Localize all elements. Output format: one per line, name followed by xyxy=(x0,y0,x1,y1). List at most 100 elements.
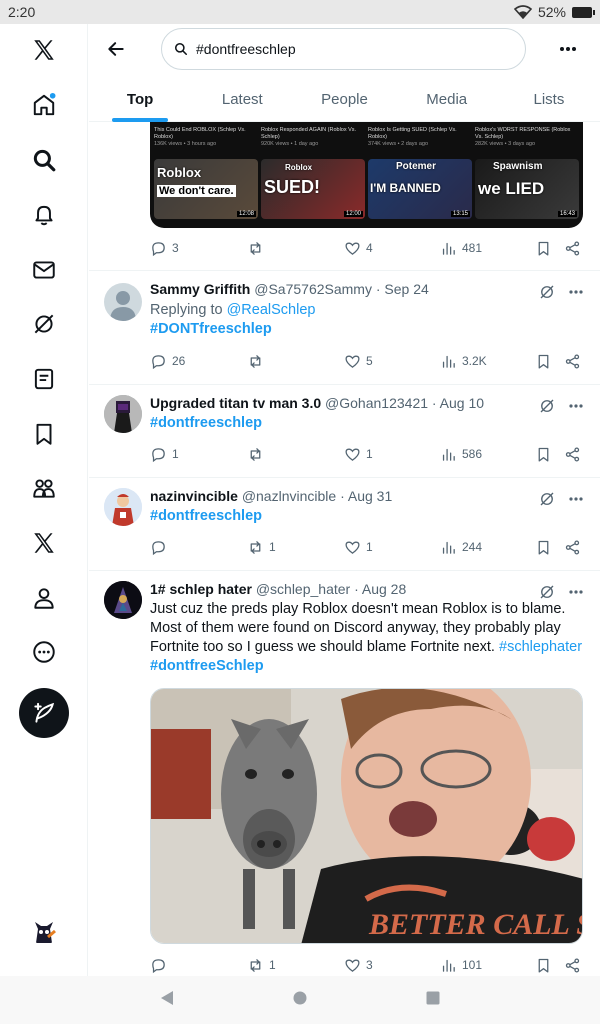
nav-back-button[interactable] xyxy=(159,990,175,1011)
author-name[interactable]: 1# schlep hater xyxy=(150,581,252,597)
heart-icon xyxy=(345,355,360,368)
tweet-more-icon[interactable] xyxy=(567,583,585,601)
views-button[interactable]: 3.2K xyxy=(440,353,487,370)
share-button[interactable] xyxy=(564,957,581,974)
repost-button[interactable] xyxy=(247,446,269,463)
hashtag-link[interactable]: #dontfreeSchlep xyxy=(150,658,264,674)
back-arrow-icon xyxy=(108,42,124,56)
tweet[interactable]: nazinvincible @nazlnvincible · Aug 31 #d… xyxy=(89,477,600,570)
reply-button[interactable]: 26 xyxy=(150,353,185,370)
reply-button[interactable]: 3 xyxy=(150,240,179,257)
like-button[interactable]: 5 xyxy=(344,353,373,370)
repost-button[interactable] xyxy=(247,240,269,257)
author-handle[interactable]: @Sa75762Sammy · Sep 24 xyxy=(254,281,429,297)
share-button[interactable] xyxy=(564,446,581,463)
explore-icon[interactable] xyxy=(22,138,66,182)
tweet[interactable]: Sammy Griffith @Sa75762Sammy · Sep 24 Re… xyxy=(89,270,600,384)
share-button[interactable] xyxy=(564,240,581,257)
tweet-media-image[interactable]: This Could End ROBLOX (Schlep Vs. Roblox… xyxy=(150,122,583,228)
author-handle[interactable]: @Gohan123421 · Aug 10 xyxy=(325,395,484,411)
tweet-media-image[interactable]: BETTER CALL Saul xyxy=(150,688,583,944)
x-logo-icon[interactable] xyxy=(22,28,66,72)
profile-icon[interactable] xyxy=(22,576,66,620)
tweet[interactable]: 1# schlep hater @schlep_hater · Aug 28 J… xyxy=(89,570,600,976)
repost-button[interactable]: 1 xyxy=(247,957,276,974)
author-name[interactable]: nazinvincible xyxy=(150,488,238,504)
share-button[interactable] xyxy=(564,353,581,370)
like-button[interactable]: 4 xyxy=(344,240,373,257)
home-icon[interactable] xyxy=(22,83,66,127)
avatar[interactable] xyxy=(104,581,142,619)
views-chart-icon xyxy=(442,448,455,461)
tweet-actions: 1 1 586 xyxy=(89,444,600,464)
svg-text:BETTER CALL Saul: BETTER CALL Saul xyxy=(368,908,583,941)
bookmark-button[interactable] xyxy=(535,539,552,556)
views-button[interactable]: 101 xyxy=(440,957,482,974)
grok-icon[interactable] xyxy=(538,490,556,508)
wifi-icon xyxy=(513,5,532,19)
share-button[interactable] xyxy=(564,539,581,556)
tab-lists[interactable]: Lists xyxy=(498,76,600,122)
video-thumbnail: Roblox's WORST RESPONSE (Roblox Vs. Schl… xyxy=(475,125,579,228)
premium-icon[interactable] xyxy=(22,521,66,565)
notifications-icon[interactable] xyxy=(22,193,66,237)
bookmarks-icon[interactable] xyxy=(22,412,66,456)
views-button[interactable]: 481 xyxy=(440,240,482,257)
grok-icon[interactable] xyxy=(538,283,556,301)
grok-icon[interactable] xyxy=(22,302,66,346)
tweet[interactable]: Upgraded titan tv man 3.0 @Gohan123421 ·… xyxy=(89,384,600,477)
like-button[interactable]: 1 xyxy=(344,539,373,556)
hashtag-link[interactable]: #DONTfreeschlep xyxy=(150,321,272,337)
reply-button[interactable] xyxy=(150,539,172,556)
bookmark-button[interactable] xyxy=(535,446,552,463)
hashtag-link[interactable]: #dontfreeschlep xyxy=(150,415,262,431)
grok-icon[interactable] xyxy=(538,583,556,601)
like-button[interactable]: 1 xyxy=(344,446,373,463)
more-icon[interactable] xyxy=(22,630,66,674)
search-more-button[interactable] xyxy=(553,34,583,64)
tab-latest[interactable]: Latest xyxy=(191,76,293,122)
nav-home-button[interactable] xyxy=(292,990,308,1011)
hashtag-link[interactable]: #schlephater xyxy=(499,639,582,655)
tab-people[interactable]: People xyxy=(293,76,395,122)
search-input[interactable]: #dontfreeschlep xyxy=(161,28,526,70)
tweet-more-icon[interactable] xyxy=(567,283,585,301)
nav-recents-button[interactable] xyxy=(425,990,441,1011)
mention-link[interactable]: @RealSchlep xyxy=(227,302,316,318)
views-button[interactable]: 244 xyxy=(440,539,482,556)
tab-media[interactable]: Media xyxy=(396,76,498,122)
views-chart-icon xyxy=(442,242,455,255)
tweet[interactable]: This Could End ROBLOX (Schlep Vs. Roblox… xyxy=(89,122,600,270)
communities-icon[interactable] xyxy=(22,466,66,510)
repost-button[interactable] xyxy=(247,353,269,370)
avatar[interactable] xyxy=(104,488,142,526)
account-avatar[interactable] xyxy=(30,917,58,945)
share-icon xyxy=(565,539,580,555)
like-button[interactable]: 3 xyxy=(344,957,373,974)
author-handle[interactable]: @schlep_hater · Aug 28 xyxy=(256,581,406,597)
back-button[interactable] xyxy=(101,34,131,64)
tab-top[interactable]: Top xyxy=(89,76,191,122)
bookmark-button[interactable] xyxy=(535,353,552,370)
author-name[interactable]: Sammy Griffith xyxy=(150,281,250,297)
bookmark-icon xyxy=(538,447,549,462)
compose-post-button[interactable] xyxy=(19,688,69,738)
bookmark-button[interactable] xyxy=(535,957,552,974)
author-handle[interactable]: @nazlnvincible · Aug 31 xyxy=(242,488,392,504)
lists-icon[interactable] xyxy=(22,357,66,401)
author-name[interactable]: Upgraded titan tv man 3.0 xyxy=(150,395,321,411)
messages-icon[interactable] xyxy=(22,248,66,292)
reply-button[interactable] xyxy=(150,957,172,974)
tweet-more-icon[interactable] xyxy=(567,397,585,415)
views-chart-icon xyxy=(442,355,455,368)
bookmark-button[interactable] xyxy=(535,240,552,257)
reply-button[interactable]: 1 xyxy=(150,446,179,463)
hashtag-link[interactable]: #dontfreeschlep xyxy=(150,508,262,524)
avatar[interactable] xyxy=(104,283,142,321)
tweet-more-icon[interactable] xyxy=(567,490,585,508)
views-button[interactable]: 586 xyxy=(440,446,482,463)
search-tabs: Top Latest People Media Lists xyxy=(89,76,600,122)
repost-button[interactable]: 1 xyxy=(247,539,276,556)
grok-icon[interactable] xyxy=(538,397,556,415)
avatar[interactable] xyxy=(104,395,142,433)
